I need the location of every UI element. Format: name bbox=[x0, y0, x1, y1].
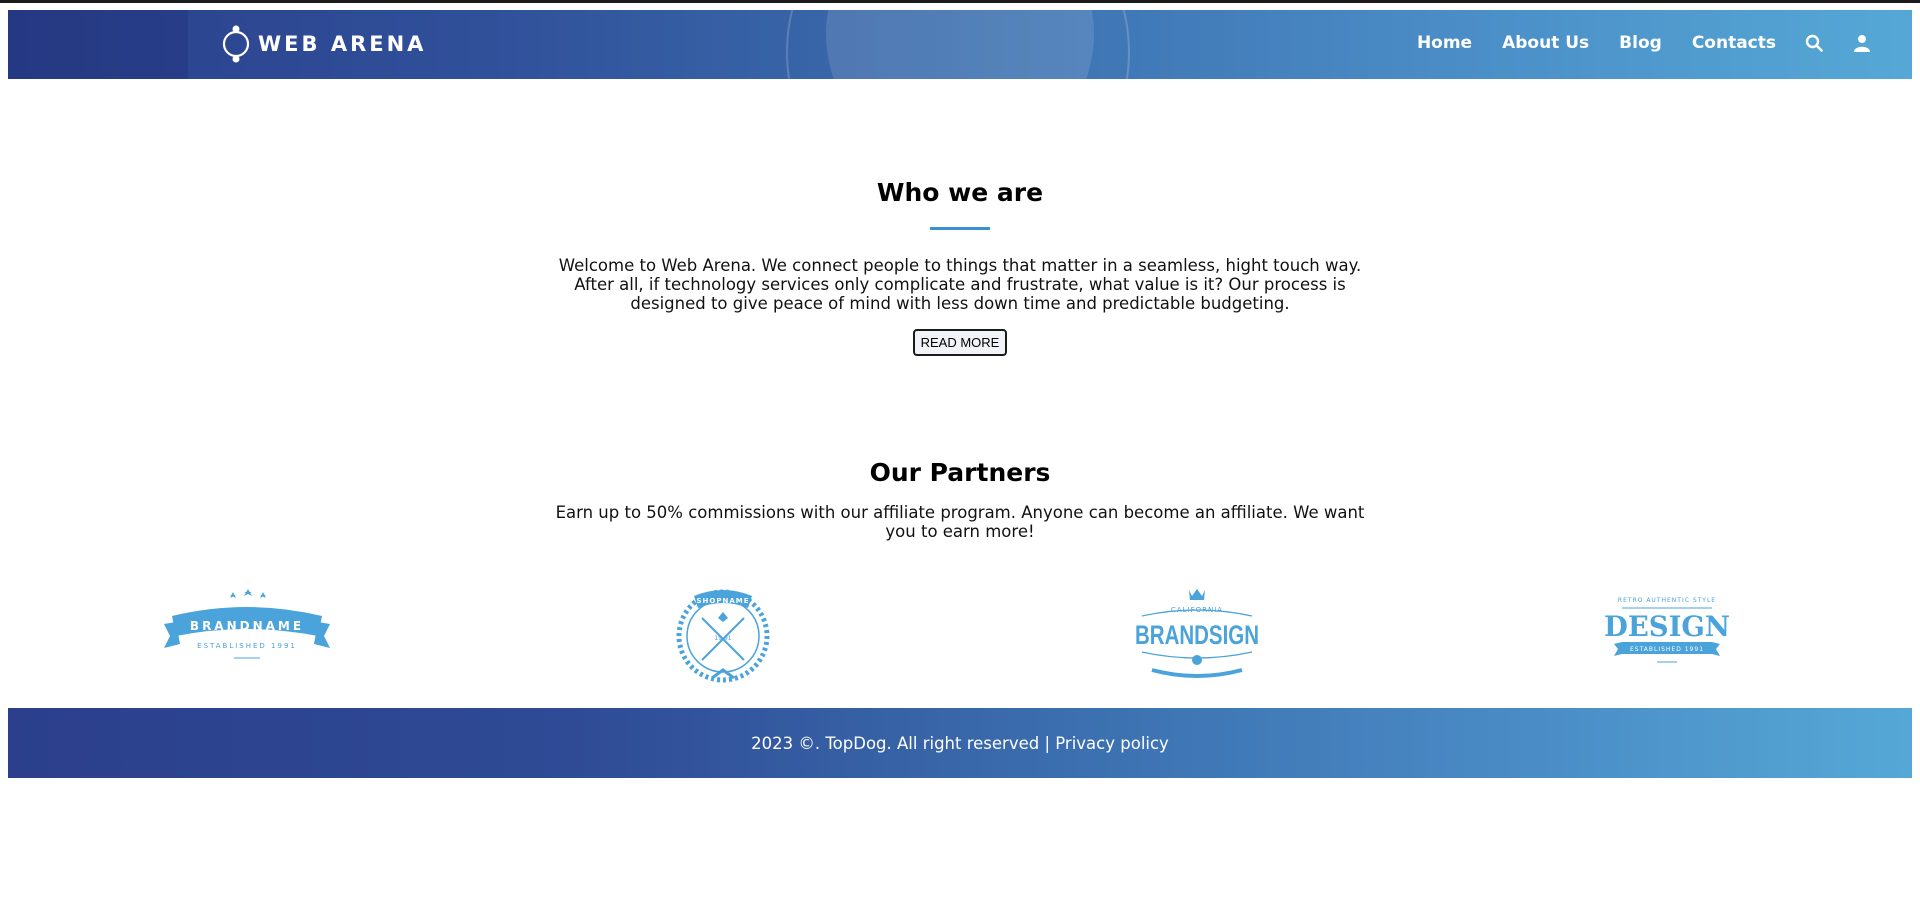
top-border bbox=[0, 0, 1920, 9]
our-partners-title: Our Partners bbox=[869, 458, 1051, 487]
svg-text:BRANDSIGN: BRANDSIGN bbox=[1135, 620, 1259, 650]
title-accent-bar bbox=[930, 227, 990, 230]
nav-blog[interactable]: Blog bbox=[1619, 33, 1662, 53]
our-partners-text: Earn up to 50% commissions with our affi… bbox=[555, 503, 1365, 541]
user-icon[interactable] bbox=[1852, 33, 1872, 53]
main-nav: Home About Us Blog Contacts bbox=[1387, 33, 1872, 53]
header-decoration bbox=[8, 10, 188, 79]
search-icon[interactable] bbox=[1804, 33, 1824, 53]
svg-text:DESIGN: DESIGN bbox=[1604, 610, 1730, 643]
read-more-button[interactable]: READ MORE bbox=[912, 329, 1008, 356]
footer-text: 2023 ©. TopDog. All right reserved | Pri… bbox=[751, 734, 1169, 753]
svg-text:ESTABLISHED 1991: ESTABLISHED 1991 bbox=[1630, 646, 1704, 653]
svg-text:SHOPNAME: SHOPNAME bbox=[696, 597, 749, 605]
who-we-are-text: Welcome to Web Arena. We connect people … bbox=[558, 256, 1362, 313]
site-footer: 2023 ©. TopDog. All right reserved | Pri… bbox=[8, 708, 1912, 778]
logo-text: WEB ARENA bbox=[258, 32, 427, 56]
partner-logos: BRANDNAME ESTABLISHED 1991 SHOPNAME 19 9… bbox=[0, 580, 1920, 690]
who-we-are-section: Who we are Welcome to Web Arena. We conn… bbox=[0, 178, 1920, 356]
partner-logo-shopname[interactable]: SHOPNAME 19 91 bbox=[672, 582, 774, 691]
svg-text:19 91: 19 91 bbox=[714, 635, 731, 642]
partner-logo-brandname[interactable]: BRANDNAME ESTABLISHED 1991 bbox=[160, 588, 334, 673]
svg-text:ESTABLISHED 1991: ESTABLISHED 1991 bbox=[197, 642, 297, 650]
logo-mark-icon bbox=[222, 25, 250, 63]
nav-about-us[interactable]: About Us bbox=[1502, 33, 1589, 53]
footer-copyright: 2023 ©. TopDog. All right reserved | bbox=[751, 733, 1056, 753]
who-we-are-title: Who we are bbox=[876, 178, 1044, 207]
privacy-policy-link[interactable]: Privacy policy bbox=[1055, 734, 1169, 753]
partner-logo-brandsign[interactable]: CALIFORNIA BRANDSIGN bbox=[1132, 586, 1262, 691]
svg-text:BRANDNAME: BRANDNAME bbox=[190, 619, 304, 633]
nav-home[interactable]: Home bbox=[1417, 33, 1472, 53]
nav-contacts[interactable]: Contacts bbox=[1692, 33, 1776, 53]
header-decoration-circle-inner bbox=[826, 10, 1094, 79]
site-header: WEB ARENA Home About Us Blog Contacts bbox=[8, 10, 1912, 79]
our-partners-section: Our Partners Earn up to 50% commissions … bbox=[0, 458, 1920, 541]
partner-logo-design[interactable]: RETRO AUTHENTIC STYLE DESIGN ESTABLISHED… bbox=[1602, 592, 1732, 677]
svg-text:RETRO AUTHENTIC STYLE: RETRO AUTHENTIC STYLE bbox=[1618, 597, 1716, 604]
site-logo[interactable]: WEB ARENA bbox=[222, 22, 426, 66]
